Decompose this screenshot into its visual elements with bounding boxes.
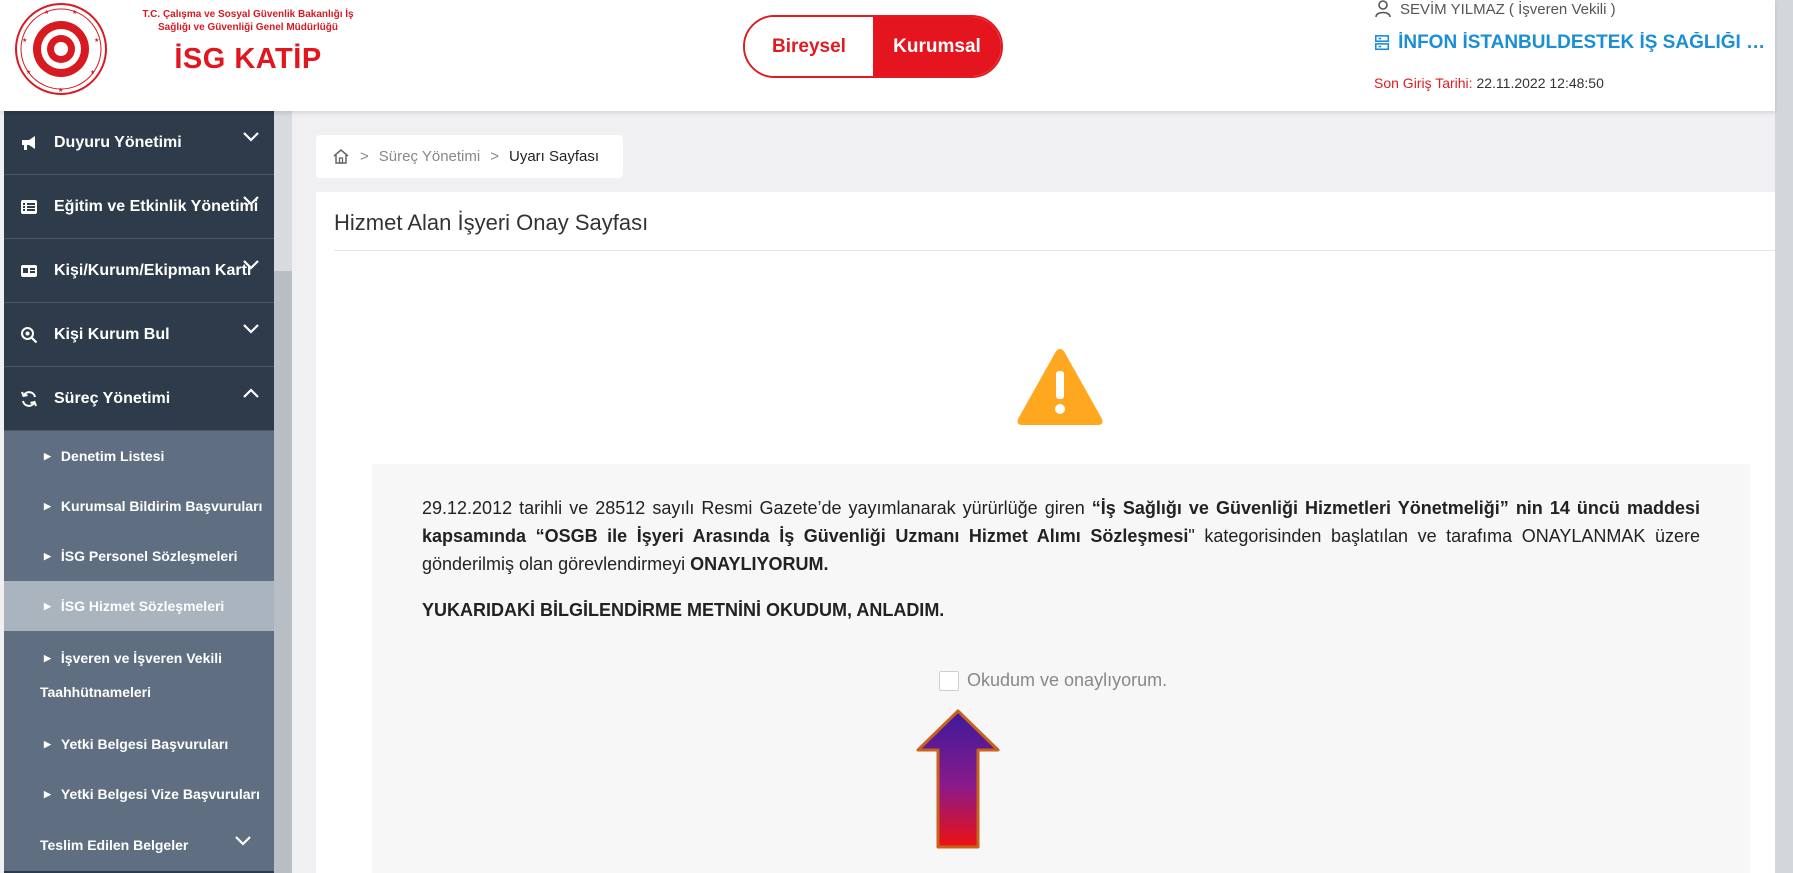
acknowledgement-text: YUKARIDAKİ BİLGİLENDİRME METNİNİ OKUDUM,… xyxy=(422,600,945,620)
chevron-down-icon xyxy=(243,324,259,334)
last-login-label: Son Giriş Tarihi: xyxy=(1374,75,1473,91)
notice-text: 29.12.2012 tarihli ve 28512 sayılı Resmi… xyxy=(422,494,1700,578)
page-scrollbar-thumb[interactable] xyxy=(1778,0,1790,873)
sidebar-sub-label: Yetki Belgesi Başvuruları xyxy=(60,736,229,752)
caret-right-icon: ▶ xyxy=(44,550,51,561)
sidebar-item-teslim-edilen[interactable]: Teslim Edilen Belgeler xyxy=(4,819,274,871)
chevron-down-icon xyxy=(243,260,259,270)
warning-icon xyxy=(1017,349,1103,425)
consent-checkbox-row[interactable]: Okudum ve onaylıyorum. xyxy=(939,670,1167,691)
sidebar-item-kisi-kurum-kart[interactable]: Kişi/Kurum/Ekipman Kartı xyxy=(4,239,274,303)
last-login-value: 22.11.2022 12:48:50 xyxy=(1476,75,1604,91)
user-name: SEVİM YILMAZ ( İşveren Vekili ) xyxy=(1400,0,1616,18)
sidebar-item-egitim[interactable]: Eğitim ve Etkinlik Yönetimi xyxy=(4,175,274,239)
sidebar-sub-kurumsal-bildirim[interactable]: ▶ Kurumsal Bildirim Başvuruları xyxy=(4,481,274,531)
sidebar-sub-label: Denetim Listesi xyxy=(60,448,165,464)
caret-right-icon: ▶ xyxy=(44,500,51,511)
notice-box: 29.12.2012 tarihli ve 28512 sayılı Resmi… xyxy=(372,464,1750,873)
sidebar-scrollbar-thumb[interactable] xyxy=(274,271,292,873)
consent-label[interactable]: Okudum ve onaylıyorum. xyxy=(967,670,1167,691)
organization-link[interactable]: İNFON İSTANBULDESTEK İŞ SAĞLIĞI VE GÜ... xyxy=(1374,32,1776,54)
caret-right-icon: ▶ xyxy=(44,450,51,461)
svg-text:★: ★ xyxy=(44,9,49,16)
building-icon xyxy=(1374,35,1390,51)
svg-text:★: ★ xyxy=(26,69,31,76)
toggle-kurumsal[interactable]: Kurumsal xyxy=(873,17,1001,76)
breadcrumb: > Süreç Yönetimi > Uyarı Sayfası xyxy=(316,135,623,178)
ministry-line-1: T.C. Çalışma ve Sosyal Güvenlik Bakanlığ… xyxy=(142,9,354,20)
sidebar-item-label: Kişi Kurum Bul xyxy=(54,325,170,343)
svg-text:★: ★ xyxy=(58,87,63,94)
sidebar-item-label: Süreç Yönetimi xyxy=(54,389,171,407)
caret-right-icon: ▶ xyxy=(44,600,51,611)
sidebar-sub-isg-hizmet[interactable]: ▶ İSG Hizmet Sözleşmeleri xyxy=(4,581,274,631)
sidebar-sub-label-cont: Taahhütnameleri xyxy=(40,684,151,700)
sidebar-sub-denetim-listesi[interactable]: ▶ Denetim Listesi xyxy=(4,431,274,481)
sidebar-item-label: Teslim Edilen Belgeler xyxy=(40,837,189,853)
chevron-down-icon xyxy=(235,836,251,846)
chevron-up-icon xyxy=(243,388,259,398)
sidebar-sub-isg-personel[interactable]: ▶ İSG Personel Sözleşmeleri xyxy=(4,531,274,581)
sidebar-sub-label: İşveren ve İşveren Vekili xyxy=(60,650,223,666)
user-icon xyxy=(1375,0,1391,18)
search-icon xyxy=(18,324,40,346)
surec-submenu: ▶ Denetim Listesi ▶ Kurumsal Bildirim Ba… xyxy=(4,431,274,871)
sidebar-sub-yetki-belgesi[interactable]: ▶ Yetki Belgesi Başvuruları xyxy=(4,719,274,769)
sidebar-menu: Duyuru Yönetimi Eğitim ve Etkinlik Yönet… xyxy=(4,111,274,873)
approval-card: Hizmet Alan İşyeri Onay Sayfası 29.12.20… xyxy=(316,192,1775,873)
breadcrumb-current: Uyarı Sayfası xyxy=(508,148,600,165)
notice-text-bold2: ONAYLIYORUM. xyxy=(690,554,829,574)
id-card-icon xyxy=(18,260,40,282)
sidebar-item-duyuru[interactable]: Duyuru Yönetimi xyxy=(4,111,274,175)
annotation-arrow-icon xyxy=(916,709,1000,849)
user-info[interactable]: SEVİM YILMAZ ( İşveren Vekili ) xyxy=(1374,0,1616,18)
sidebar-sub-label: Yetki Belgesi Vize Başvuruları xyxy=(60,786,260,802)
svg-text:★: ★ xyxy=(94,37,99,44)
portal-toggle: Bireysel Kurumsal xyxy=(743,15,1003,78)
svg-text:★: ★ xyxy=(90,69,95,76)
ministry-name: T.C. Çalışma ve Sosyal Güvenlik Bakanlığ… xyxy=(138,8,358,34)
home-icon[interactable] xyxy=(332,148,350,165)
sidebar-item-label: Eğitim ve Etkinlik Yönetimi xyxy=(54,197,259,215)
page-scrollbar[interactable] xyxy=(1775,0,1793,873)
svg-text:★: ★ xyxy=(72,9,77,16)
ministry-seal-logo[interactable]: ★ ★ ★ ★ ★ ★ ★ xyxy=(14,2,108,96)
toggle-bireysel[interactable]: Bireysel xyxy=(745,17,873,76)
sidebar-sub-label: Kurumsal Bildirim Başvuruları xyxy=(60,498,263,514)
title-divider xyxy=(334,250,1775,251)
chevron-down-icon xyxy=(243,196,259,206)
brand-title[interactable]: İSG KATİP xyxy=(138,43,358,76)
sidebar-sub-yetki-vize[interactable]: ▶ Yetki Belgesi Vize Başvuruları xyxy=(4,769,274,819)
sidebar-sub-isveren-taahhut[interactable]: ▶ İşveren ve İşveren Vekili Taahhütnamel… xyxy=(4,631,274,719)
breadcrumb-surec-yonetimi[interactable]: Süreç Yönetimi xyxy=(379,148,480,165)
organization-name: İNFON İSTANBULDESTEK İŞ SAĞLIĞI VE GÜ... xyxy=(1398,32,1776,53)
caret-right-icon: ▶ xyxy=(44,788,51,799)
sidebar-item-kisi-kurum-bul[interactable]: Kişi Kurum Bul xyxy=(4,303,274,367)
list-icon xyxy=(18,196,40,218)
svg-text:★: ★ xyxy=(22,37,27,44)
notice-text-part1: 29.12.2012 tarihli ve 28512 sayılı Resmi… xyxy=(422,498,1092,518)
breadcrumb-separator: > xyxy=(360,148,369,165)
sidebar-item-label: Duyuru Yönetimi xyxy=(54,133,182,151)
sidebar-item-label: Kişi/Kurum/Ekipman Kartı xyxy=(54,261,252,279)
sidebar-scrollbar[interactable] xyxy=(274,111,292,873)
consent-checkbox[interactable] xyxy=(939,670,959,691)
chevron-down-icon xyxy=(243,132,259,142)
ministry-line-2: Sağlığı ve Güvenliği Genel Müdürlüğü xyxy=(157,22,339,33)
breadcrumb-separator: > xyxy=(490,148,499,165)
top-header: ★ ★ ★ ★ ★ ★ ★ T.C. Çalışma ve Sosyal Güvenl… xyxy=(0,0,1776,111)
caret-right-icon: ▶ xyxy=(44,738,51,749)
last-login: Son Giriş Tarihi: 22.11.2022 12:48:50 xyxy=(1374,75,1604,91)
sidebar-item-surec-yonetimi[interactable]: Süreç Yönetimi xyxy=(4,367,274,431)
caret-right-icon: ▶ xyxy=(44,652,51,663)
page-title: Hizmet Alan İşyeri Onay Sayfası xyxy=(334,210,649,235)
sidebar-sub-label: İSG Personel Sözleşmeleri xyxy=(60,548,238,564)
sidebar-sub-label: İSG Hizmet Sözleşmeleri xyxy=(60,598,225,614)
refresh-icon xyxy=(18,388,40,410)
megaphone-icon xyxy=(18,132,40,154)
